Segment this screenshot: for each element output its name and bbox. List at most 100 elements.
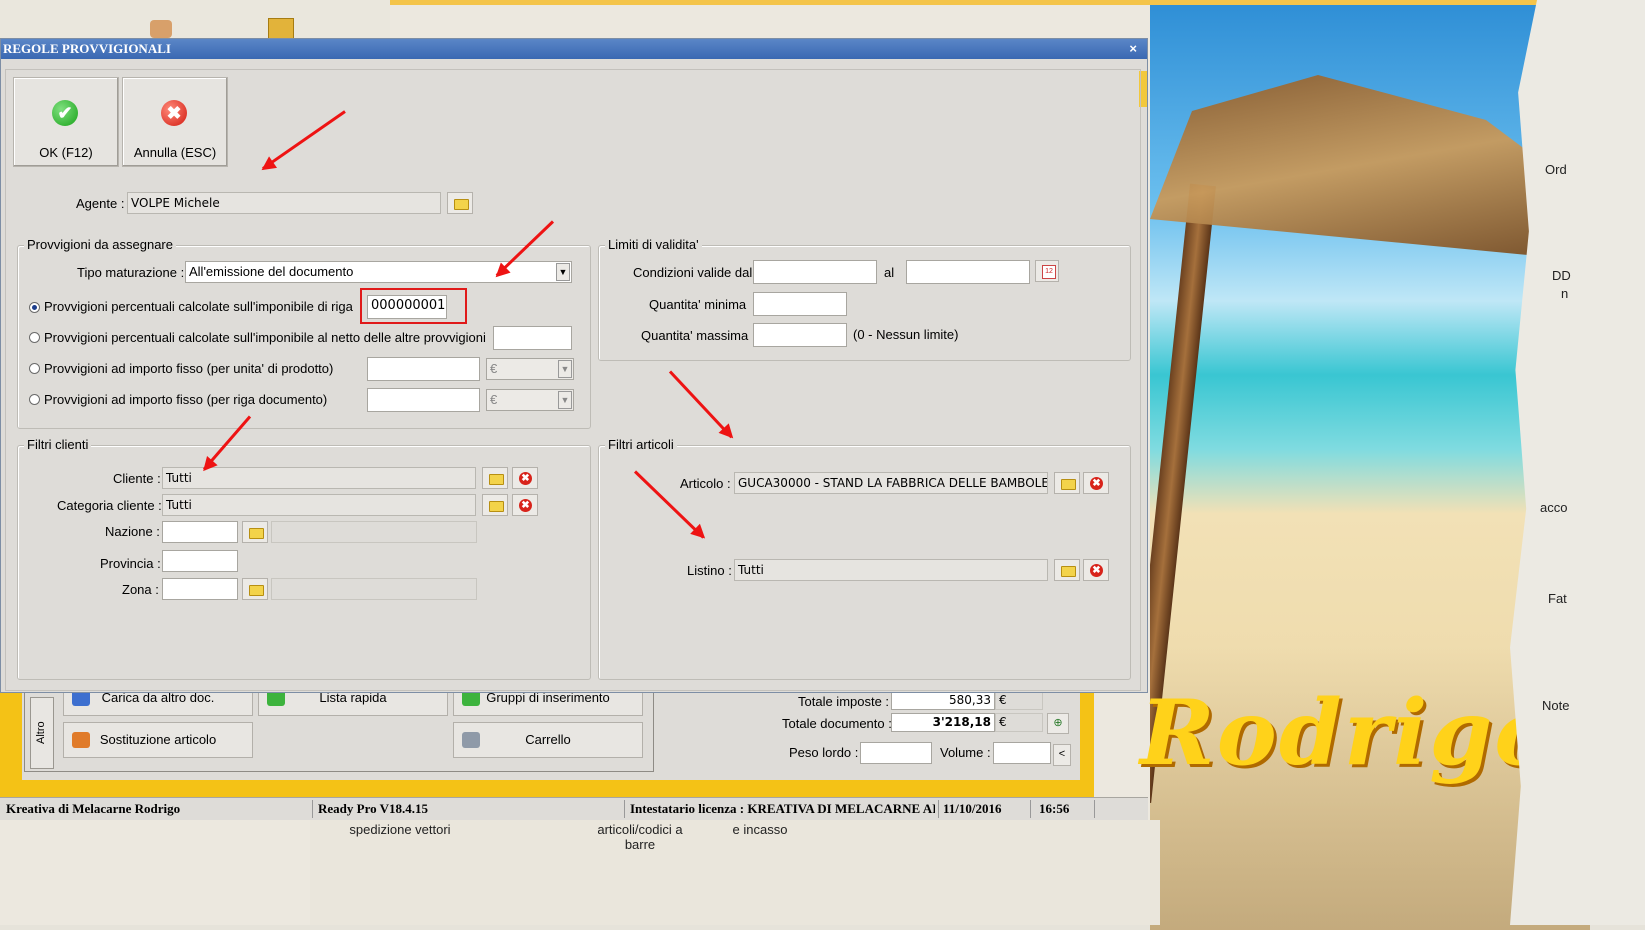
- side-label-dd[interactable]: DD: [1552, 268, 1571, 283]
- quantita-minima-label: Quantita' minima: [649, 297, 747, 312]
- cliente-folder-icon[interactable]: [482, 467, 508, 489]
- peso-lordo-label: Peso lordo :: [789, 745, 859, 760]
- totale-imposte-label: Totale imposte :: [798, 694, 890, 709]
- side-menu-paper: [1510, 0, 1645, 925]
- articolo-folder-icon[interactable]: [1054, 472, 1080, 494]
- status-bar: Kreativa di Melacarne Rodrigo Ready Pro …: [0, 797, 1148, 820]
- check-icon: ✔: [52, 100, 78, 126]
- listino-clear-icon[interactable]: ✖: [1083, 559, 1109, 581]
- sostituzione-articolo-button[interactable]: Sostituzione articolo: [63, 722, 253, 758]
- bottom-label-articoli[interactable]: articoli/codici a barre: [590, 822, 690, 852]
- filtri-clienti-title: Filtri clienti: [24, 437, 92, 452]
- package-icon[interactable]: [268, 18, 294, 40]
- valide-al-label: al: [884, 265, 895, 280]
- bottom-label-spedizione[interactable]: spedizione vettori: [340, 822, 460, 837]
- cliente-clear-icon[interactable]: ✖: [512, 467, 538, 489]
- tipo-maturazione-label: Tipo maturazione :: [77, 265, 185, 280]
- valide-dal-label: Condizioni valide dal: [633, 265, 753, 280]
- nazione-input[interactable]: [162, 521, 238, 543]
- radio-percentuali-netto[interactable]: [29, 332, 40, 343]
- chevron-down-icon: ▼: [558, 360, 572, 378]
- carrello-button[interactable]: Carrello: [453, 722, 643, 758]
- categoria-cliente-field[interactable]: Tutti: [162, 494, 476, 516]
- agente-folder-icon[interactable]: [447, 192, 473, 214]
- totale-imposte-value: 580,33: [891, 691, 995, 710]
- volume-input[interactable]: [993, 742, 1051, 764]
- side-label-fat[interactable]: Fat: [1548, 591, 1567, 606]
- radio-importo-unita[interactable]: [29, 363, 40, 374]
- articolo-field[interactable]: GUCA30000 - STAND LA FABBRICA DELLE BAMB…: [734, 472, 1048, 494]
- status-company: Kreativa di Melacarne Rodrigo: [6, 801, 181, 816]
- zona-description: [271, 578, 477, 600]
- status-date: 11/10/2016: [943, 801, 1002, 816]
- chevron-down-icon: ▼: [558, 391, 572, 409]
- ok-button[interactable]: ✔ OK (F12): [13, 77, 119, 167]
- rodrigo-logo: Rodrigo: [1140, 680, 1557, 786]
- option-importo-riga-label[interactable]: Provvigioni ad importo fisso (per riga d…: [44, 392, 327, 407]
- articolo-clear-icon[interactable]: ✖: [1083, 472, 1109, 494]
- importo-unita-input[interactable]: [367, 357, 480, 381]
- listino-label: Listino :: [687, 563, 732, 578]
- calendar-icon[interactable]: 12: [1035, 260, 1059, 282]
- option-importo-unita-label[interactable]: Provvigioni ad importo fisso (per unita'…: [44, 361, 333, 376]
- highlight-box: [360, 288, 467, 324]
- status-version: Ready Pro V18.4.15: [318, 801, 429, 816]
- close-icon[interactable]: ×: [1129, 39, 1137, 59]
- side-label-acco[interactable]: acco: [1540, 500, 1567, 515]
- quantita-massima-hint: (0 - Nessun limite): [853, 327, 959, 342]
- cancel-x-icon: ✖: [161, 100, 187, 126]
- zona-input[interactable]: [162, 578, 238, 600]
- side-label-ord[interactable]: Ord: [1545, 162, 1567, 177]
- listino-folder-icon[interactable]: [1054, 559, 1080, 581]
- nazione-folder-icon[interactable]: [242, 521, 268, 543]
- users-icon[interactable]: [150, 20, 172, 38]
- desktop-paper-top: [0, 0, 390, 40]
- nazione-label: Nazione :: [105, 524, 160, 539]
- chevron-down-icon: ▼: [556, 263, 570, 281]
- totale-documento-value: 3'218,18: [891, 713, 995, 732]
- agente-label: Agente :: [76, 196, 125, 211]
- totale-imposte-currency: €: [995, 691, 1043, 710]
- zoom-icon[interactable]: ⊕: [1047, 713, 1069, 734]
- cliente-label: Cliente :: [113, 471, 161, 486]
- regole-provvigionali-dialog: REGOLE PROVVIGIONALI × ✔ OK (F12) ✖ Annu…: [0, 38, 1148, 693]
- categoria-clear-icon[interactable]: ✖: [512, 494, 538, 516]
- articolo-label: Articolo :: [680, 476, 731, 491]
- provincia-label: Provincia :: [100, 556, 161, 571]
- tab-altro[interactable]: Altro: [30, 697, 54, 769]
- categoria-cliente-label: Categoria cliente :: [57, 498, 162, 513]
- radio-importo-riga[interactable]: [29, 394, 40, 405]
- importo-riga-input[interactable]: [367, 388, 480, 412]
- valide-al-input[interactable]: [906, 260, 1030, 284]
- radio-percentuali-riga[interactable]: [29, 302, 40, 313]
- agente-field[interactable]: VOLPE Michele: [127, 192, 441, 214]
- side-label-n[interactable]: n: [1561, 286, 1568, 301]
- side-label-note[interactable]: Note: [1542, 698, 1569, 713]
- totale-documento-currency: €: [995, 713, 1043, 732]
- quantita-massima-input[interactable]: [753, 323, 847, 347]
- zona-folder-icon[interactable]: [242, 578, 268, 600]
- listino-field[interactable]: Tutti: [734, 559, 1048, 581]
- umbrella-roof: [1150, 75, 1570, 255]
- status-time: 16:56: [1039, 801, 1070, 816]
- importo-riga-currency-select[interactable]: € ▼: [486, 389, 574, 411]
- percentuale-netto-input[interactable]: [493, 326, 572, 350]
- option-percentuali-riga-label[interactable]: Provvigioni percentuali calcolate sull'i…: [44, 299, 353, 314]
- importo-unita-currency-select[interactable]: € ▼: [486, 358, 574, 380]
- collapse-button[interactable]: <: [1053, 744, 1071, 766]
- provincia-input[interactable]: [162, 550, 238, 572]
- totale-documento-label: Totale documento :: [782, 716, 892, 731]
- provvigioni-title: Provvigioni da assegnare: [24, 237, 176, 252]
- tipo-maturazione-select[interactable]: All'emissione del documento ▼: [185, 261, 572, 283]
- limiti-title: Limiti di validita': [605, 237, 702, 252]
- bottom-label-incasso[interactable]: e incasso: [720, 822, 800, 837]
- quantita-minima-input[interactable]: [753, 292, 847, 316]
- peso-lordo-input[interactable]: [860, 742, 932, 764]
- option-percentuali-netto-label[interactable]: Provvigioni percentuali calcolate sull'i…: [44, 330, 486, 345]
- dialog-title: REGOLE PROVVIGIONALI: [1, 39, 1147, 59]
- categoria-folder-icon[interactable]: [482, 494, 508, 516]
- valide-dal-input[interactable]: [753, 260, 877, 284]
- cancel-button[interactable]: ✖ Annulla (ESC): [122, 77, 228, 167]
- status-license: Intestatario licenza : KREATIVA DI MELAC…: [630, 801, 935, 816]
- nazione-description: [271, 521, 477, 543]
